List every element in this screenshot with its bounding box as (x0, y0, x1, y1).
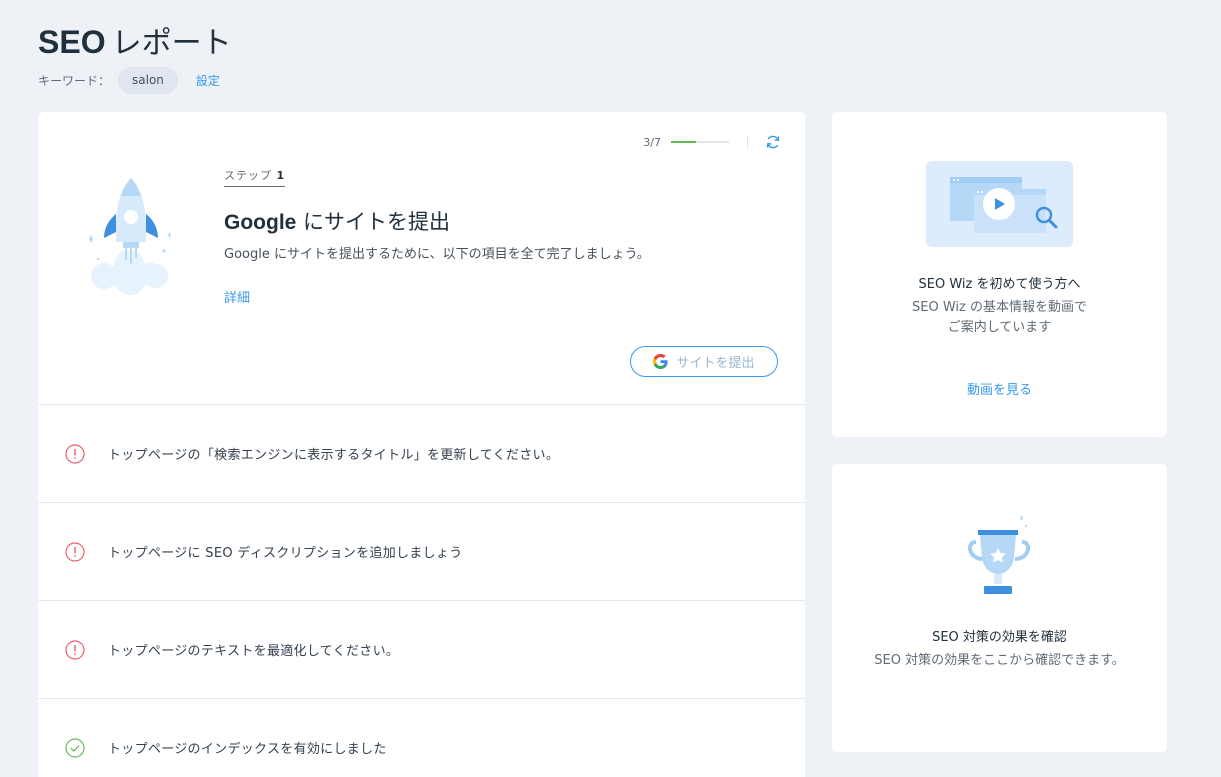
details-link[interactable]: 詳細 (224, 287, 250, 306)
keyword-chip[interactable]: salon (118, 66, 178, 94)
step-title-rest: にサイトを提出 (303, 210, 451, 234)
divider (747, 135, 748, 149)
main-card: 3/7 ステップ 1 Google にサイトを提出 Google にサイトを提出… (38, 112, 805, 777)
page-title-bold: SEO (38, 24, 106, 60)
watch-video-link[interactable]: 動画を見る (832, 379, 1167, 398)
step-number: 1 (276, 169, 286, 182)
results-card: SEO 対策の効果を確認 SEO 対策の効果をここから確認できます。 (832, 464, 1167, 752)
task-row[interactable]: トップページのインデックスを有効にしました (38, 698, 805, 777)
video-card-description: SEO Wiz の基本情報を動画でご案内しています (912, 300, 1087, 335)
task-row[interactable]: トップページのテキストを最適化してください。 (38, 600, 805, 698)
alert-icon (65, 541, 85, 562)
task-text: トップページのインデックスを有効にしました (108, 742, 387, 757)
page-title: SEO レポート (38, 18, 232, 62)
step-label: ステップ 1 (224, 167, 286, 187)
alert-icon (65, 443, 85, 464)
page-title-rest: レポート (111, 26, 232, 61)
submit-site-button[interactable]: サイトを提出 (630, 346, 778, 377)
trophy-illustration (968, 515, 1030, 594)
video-card: SEO Wiz を初めて使う方へ SEO Wiz の基本情報を動画でご案内してい… (832, 112, 1167, 437)
task-text: トップページの「検索エンジンに表示するタイトル」を更新してください。 (108, 448, 560, 463)
keyword-settings-link[interactable]: 設定 (196, 72, 220, 89)
check-icon (65, 737, 85, 758)
results-card-title: SEO 対策の効果を確認 (932, 630, 1067, 645)
submit-site-label: サイトを提出 (676, 356, 755, 371)
task-text: トップページのテキストを最適化してください。 (108, 644, 400, 659)
step-title: Google にサイトを提出 (224, 206, 450, 236)
rocket-illustration (89, 178, 171, 295)
results-card-description: SEO 対策の効果をここから確認できます。 (874, 653, 1125, 668)
video-illustration (926, 161, 1073, 247)
google-icon (653, 354, 669, 369)
video-card-title: SEO Wiz を初めて使う方へ (918, 277, 1081, 292)
step-label-text: ステップ (224, 169, 272, 182)
progress-text: 3/7 (643, 135, 661, 149)
progress-indicator: 3/7 (643, 134, 781, 150)
keyword-label: キーワード： (38, 73, 111, 88)
task-row[interactable]: トップページに SEO ディスクリプションを追加しましょう (38, 502, 805, 600)
refresh-icon[interactable] (765, 134, 781, 150)
step-description: Google にサイトを提出するために、以下の項目を全て完了しましょう。 (224, 247, 650, 262)
keyword-row: キーワード： salon 設定 (38, 66, 220, 94)
step-title-bold: Google (224, 211, 297, 234)
progress-fill (671, 141, 696, 143)
task-text: トップページに SEO ディスクリプションを追加しましょう (108, 546, 463, 561)
progress-bar (671, 141, 729, 143)
task-row[interactable]: トップページの「検索エンジンに表示するタイトル」を更新してください。 (38, 404, 805, 502)
alert-icon (65, 639, 85, 660)
